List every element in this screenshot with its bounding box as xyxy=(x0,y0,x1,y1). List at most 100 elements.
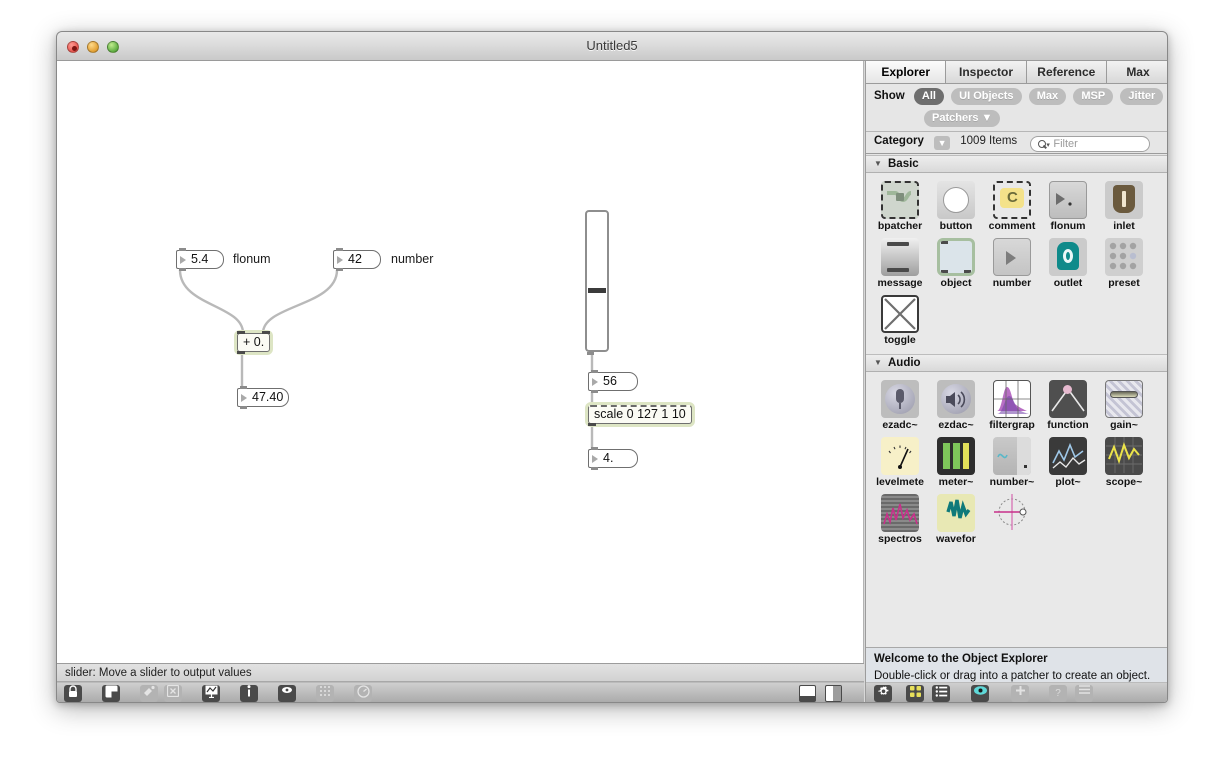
inlet-nub-left xyxy=(237,331,245,334)
palette-item-comment[interactable]: C comment xyxy=(984,181,1040,232)
palette-item-object[interactable]: object xyxy=(928,238,984,289)
outlet-nub xyxy=(179,268,186,271)
flonum-box-scaled[interactable]: 4. xyxy=(588,449,638,468)
palette-item-preset[interactable]: preset xyxy=(1096,238,1152,289)
palette-item-plot[interactable]: plot~ xyxy=(1040,437,1096,488)
add-object-button[interactable] xyxy=(140,685,158,702)
welcome-title: Welcome to the Object Explorer xyxy=(874,653,1162,665)
palette-item-flonum[interactable]: flonum xyxy=(1040,181,1096,232)
outlet-nub xyxy=(588,423,596,426)
filter-max[interactable]: Max xyxy=(1029,88,1066,105)
chevron-down-icon[interactable]: ▼ xyxy=(934,136,950,150)
palette-item-ezadc[interactable]: ezadc~ xyxy=(872,380,928,431)
palette-item-scope[interactable]: scope~ xyxy=(1096,437,1152,488)
show-filter-row: Show All UI Objects Max MSP Jitter xyxy=(866,84,1168,108)
flonum-box-input-value: 5.4 xyxy=(191,252,208,266)
object-palette[interactable]: Basic bpatcher button xyxy=(866,155,1168,647)
sidebar-bottom-toggle[interactable] xyxy=(799,685,816,702)
slider-object[interactable] xyxy=(585,210,609,352)
filter-ui-objects[interactable]: UI Objects xyxy=(951,88,1021,105)
add-button[interactable] xyxy=(1011,685,1029,702)
tab-explorer[interactable]: Explorer xyxy=(866,61,946,84)
show-label: Show xyxy=(874,90,905,102)
panel-bottom-icon xyxy=(800,696,815,701)
number-box-slider-value: 56 xyxy=(603,374,617,388)
patchcord-button[interactable] xyxy=(202,685,220,702)
palette-item-bpatcher[interactable]: bpatcher xyxy=(872,181,928,232)
menu-button[interactable] xyxy=(1075,685,1093,702)
gear-menu-button[interactable] xyxy=(874,685,892,702)
palette-item-outlet[interactable]: outlet xyxy=(1040,238,1096,289)
filter-input[interactable]: ▾ Filter xyxy=(1030,136,1150,152)
section-audio-header[interactable]: Audio xyxy=(866,354,1168,372)
add-object[interactable]: + 0. xyxy=(237,333,270,352)
palette-item-spectroscope[interactable]: spectros xyxy=(872,494,928,545)
filter-msp[interactable]: MSP xyxy=(1073,88,1113,105)
preset-icon xyxy=(1105,238,1143,276)
delete-button[interactable] xyxy=(164,685,182,702)
palette-item-filtergraph[interactable]: filtergrap xyxy=(984,380,1040,431)
grid-snap-button[interactable] xyxy=(316,685,334,702)
outlet-nub xyxy=(240,406,247,409)
palette-item-button[interactable]: button xyxy=(928,181,984,232)
number-box-input[interactable]: 42 xyxy=(333,250,381,269)
palette-item-number[interactable]: number xyxy=(984,238,1040,289)
patch-cords xyxy=(57,61,864,663)
palette-item-gain[interactable]: gain~ xyxy=(1096,380,1152,431)
palette-item-function[interactable]: function xyxy=(1040,380,1096,431)
slider-outlet-nub xyxy=(587,352,594,355)
lock-toggle-button[interactable] xyxy=(64,685,82,702)
palette-item-levelmeter[interactable]: levelmete xyxy=(872,437,928,488)
search-icon: ▾ xyxy=(1046,139,1050,153)
tab-reference[interactable]: Reference xyxy=(1027,61,1107,84)
inlet-nub-right xyxy=(262,331,270,334)
palette-label: spectros xyxy=(872,533,928,545)
presentation-button[interactable] xyxy=(102,685,120,702)
sidebar-right-toggle[interactable] xyxy=(825,685,842,702)
flonum-box-result[interactable]: 47.40 xyxy=(237,388,289,407)
filter-patchers[interactable]: Patchers ▼ xyxy=(924,110,1000,127)
item-count: 1009 Items xyxy=(960,135,1017,147)
palette-item-inlet[interactable]: inlet xyxy=(1096,181,1152,232)
palette-item-numbertilde[interactable]: number~ xyxy=(984,437,1040,488)
debug-button[interactable] xyxy=(354,685,372,702)
tab-max[interactable]: Max xyxy=(1107,61,1168,84)
visibility-button[interactable] xyxy=(971,685,989,702)
section-basic-grid: bpatcher button C comment xyxy=(866,173,1168,354)
inlet-nub xyxy=(179,248,186,251)
palette-label: gain~ xyxy=(1096,419,1152,431)
number-tilde-icon xyxy=(993,437,1031,475)
category-row: Category ▼ 1009 Items ▾ Filter xyxy=(866,131,1168,154)
filter-all[interactable]: All xyxy=(914,88,944,105)
palette-item-toggle[interactable]: toggle xyxy=(872,295,928,346)
number-box-slider[interactable]: 56 xyxy=(588,372,638,391)
comment-number[interactable]: number xyxy=(391,252,433,266)
palette-item-waveform[interactable]: wavefor xyxy=(928,494,984,545)
palette-label: function xyxy=(1040,419,1096,431)
list-view-button[interactable] xyxy=(932,685,950,702)
inlet-nub xyxy=(240,386,247,389)
max-patcher-window: Untitled5 5.4 xyxy=(56,31,1168,703)
tab-inspector[interactable]: Inspector xyxy=(946,61,1026,84)
slider-knob[interactable] xyxy=(588,288,606,293)
palette-item-ezdac[interactable]: ezdac~ xyxy=(928,380,984,431)
scale-object[interactable]: scale 0 127 1 10 xyxy=(588,405,692,424)
patcher-pane: 5.4 42 flonum number xyxy=(57,61,864,703)
icon-view-button[interactable] xyxy=(906,685,924,702)
palette-label: scope~ xyxy=(1096,476,1152,488)
plot-icon xyxy=(1049,437,1087,475)
comment-flonum[interactable]: flonum xyxy=(233,252,271,266)
message-icon xyxy=(881,238,919,276)
palette-item-meter[interactable]: meter~ xyxy=(928,437,984,488)
section-basic-header[interactable]: Basic xyxy=(866,155,1168,173)
palette-item-radialdial[interactable] xyxy=(984,494,1040,545)
patcher-canvas[interactable]: 5.4 42 flonum number xyxy=(57,61,864,663)
help-button[interactable]: ? xyxy=(1049,685,1067,702)
inspector-button[interactable] xyxy=(240,685,258,702)
toggle-icon xyxy=(881,295,919,333)
palette-item-message[interactable]: message xyxy=(872,238,928,289)
flonum-box-input[interactable]: 5.4 xyxy=(176,250,224,269)
title-bar: Untitled5 xyxy=(57,32,1167,61)
filter-jitter[interactable]: Jitter xyxy=(1120,88,1163,105)
palette-button[interactable] xyxy=(278,685,296,702)
